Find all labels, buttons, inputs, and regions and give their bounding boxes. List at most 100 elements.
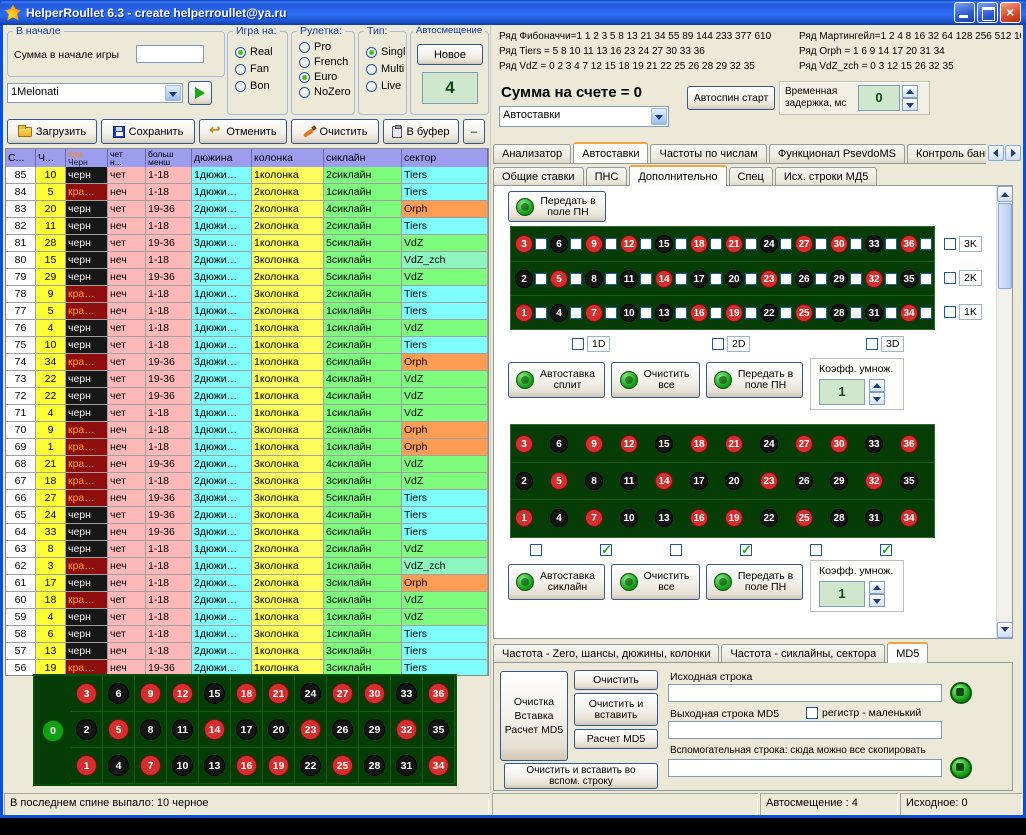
bet-number-31[interactable]: 31	[865, 304, 883, 322]
radio-option-Singl[interactable]: Singl	[366, 45, 406, 59]
sub-tab-2[interactable]: Дополнительно	[629, 165, 726, 186]
bet-checkbox-15[interactable]	[675, 238, 687, 250]
bottom-tab-2[interactable]: MD5	[887, 642, 928, 663]
bet-number-19[interactable]: 19	[725, 304, 743, 322]
md5-clear-paste-aux-button[interactable]: Очистить и вставить во вспом. строку	[504, 763, 658, 789]
toolbar-button-folder[interactable]: Загрузить	[7, 119, 97, 144]
checkbox-2K[interactable]	[944, 272, 956, 284]
bet-number-13[interactable]: 13	[655, 304, 673, 322]
autospin-start-button[interactable]: Автоспин старт	[687, 86, 775, 110]
sixline-number-26[interactable]: 26	[795, 472, 813, 490]
bet-number-1[interactable]: 1	[515, 304, 533, 322]
md5-clear-button[interactable]: Очистить	[574, 670, 658, 690]
radio-option-Pro[interactable]: Pro	[299, 40, 354, 54]
bottom-tab-0[interactable]: Частота - Zero, шансы, дюжины, колонки	[493, 644, 719, 663]
clear-all-button-2[interactable]: Очистить все	[611, 564, 700, 600]
bet-checkbox-4[interactable]	[570, 307, 582, 319]
radio-option-NoZero[interactable]: NoZero	[299, 85, 354, 99]
sixline-number-34[interactable]: 34	[900, 509, 918, 527]
toolbar-button-save[interactable]: Сохранить	[101, 119, 195, 144]
bet-checkbox-12[interactable]	[640, 238, 652, 250]
close-button[interactable]	[1000, 2, 1021, 23]
bet-checkbox-16[interactable]	[710, 307, 722, 319]
sixline-number-8[interactable]: 8	[585, 472, 603, 490]
md5-copy-button-1[interactable]	[950, 682, 972, 704]
sixline-number-1[interactable]: 1	[515, 509, 533, 527]
radio-option-Live[interactable]: Live	[366, 79, 406, 93]
register-checkbox[interactable]	[806, 707, 818, 719]
bet-number-27[interactable]: 27	[795, 235, 813, 253]
toolbar-button-minus[interactable]: –	[463, 119, 485, 144]
bet-number-29[interactable]: 29	[830, 270, 848, 288]
sixline-checkbox-4[interactable]	[740, 544, 752, 556]
bet-number-28[interactable]: 28	[830, 304, 848, 322]
play-button[interactable]	[188, 81, 212, 105]
profile-combobox[interactable]: 1Melonati	[7, 83, 183, 103]
sixline-number-5[interactable]: 5	[550, 472, 568, 490]
bet-checkbox-30[interactable]	[850, 238, 862, 250]
bet-number-22[interactable]: 22	[760, 304, 778, 322]
sixline-number-16[interactable]: 16	[690, 509, 708, 527]
sixline-number-27[interactable]: 27	[795, 435, 813, 453]
bet-number-2[interactable]: 2	[515, 270, 533, 288]
bet-number-7[interactable]: 7	[585, 304, 603, 322]
md5-copy-button-2[interactable]	[950, 757, 972, 779]
toolbar-button-clipboard[interactable]: В буфер	[383, 119, 459, 144]
bet-number-3[interactable]: 3	[515, 235, 533, 253]
scroll-up-button[interactable]	[997, 186, 1013, 202]
bet-checkbox-23[interactable]	[780, 273, 792, 285]
sixline-checkbox-5[interactable]	[810, 544, 822, 556]
radio-French[interactable]	[299, 57, 310, 68]
register-check[interactable]: регистр - маленький	[806, 707, 921, 719]
spin-up-button[interactable]	[869, 379, 885, 392]
radio-Fan[interactable]	[235, 64, 246, 75]
radio-option-Multi[interactable]: Multi	[366, 62, 406, 76]
bet-checkbox-14[interactable]	[675, 273, 687, 285]
bet-number-15[interactable]: 15	[655, 235, 673, 253]
sub-tab-0[interactable]: Общие ставки	[493, 167, 584, 186]
sub-tab-4[interactable]: Исх. строки МД5	[775, 167, 878, 186]
bet-number-34[interactable]: 34	[900, 304, 918, 322]
bet-number-10[interactable]: 10	[620, 304, 638, 322]
bet-number-24[interactable]: 24	[760, 235, 778, 253]
sixline-number-32[interactable]: 32	[865, 472, 883, 490]
transfer-to-pn-button-2[interactable]: Передать в поле ПН	[706, 564, 803, 600]
bet-number-36[interactable]: 36	[900, 235, 918, 253]
aux-string-input[interactable]	[668, 759, 942, 777]
checkbox-3K[interactable]	[944, 238, 956, 250]
sixline-number-23[interactable]: 23	[760, 472, 778, 490]
radio-Euro[interactable]	[299, 72, 310, 83]
start-sum-input[interactable]	[136, 45, 204, 63]
bet-number-26[interactable]: 26	[795, 270, 813, 288]
sixline-checkbox-6[interactable]	[880, 544, 892, 556]
dozen-check-1D[interactable]: 1D	[572, 336, 610, 352]
content-scrollbar[interactable]	[996, 186, 1013, 638]
main-tab-4[interactable]: Контроль банкрол	[907, 144, 986, 163]
bet-checkbox-32[interactable]	[885, 273, 897, 285]
md5-calc-button[interactable]: Расчет MD5	[574, 729, 658, 749]
radio-Singl[interactable]	[366, 47, 377, 58]
radio-Multi[interactable]	[366, 64, 377, 75]
main-tab-0[interactable]: Анализатор	[493, 144, 571, 163]
bet-checkbox-31[interactable]	[885, 307, 897, 319]
sixline-number-19[interactable]: 19	[725, 509, 743, 527]
bet-checkbox-33[interactable]	[885, 238, 897, 250]
sixline-number-28[interactable]: 28	[830, 509, 848, 527]
bet-checkbox-11[interactable]	[640, 273, 652, 285]
spin-down-button[interactable]	[869, 392, 885, 405]
radio-Live[interactable]	[366, 81, 377, 92]
bet-number-14[interactable]: 14	[655, 270, 673, 288]
chevron-down-icon[interactable]	[165, 85, 181, 101]
bet-checkbox-2[interactable]	[535, 273, 547, 285]
sixline-number-25[interactable]: 25	[795, 509, 813, 527]
dozen-check-3D[interactable]: 3D	[866, 336, 904, 352]
spin-down-button[interactable]	[902, 98, 918, 111]
sixline-number-15[interactable]: 15	[655, 435, 673, 453]
bet-checkbox-3[interactable]	[535, 238, 547, 250]
chevron-down-icon[interactable]	[651, 108, 667, 125]
sub-tab-1[interactable]: ПНС	[586, 167, 628, 186]
spin-up-button[interactable]	[902, 85, 918, 98]
autobet-split-button[interactable]: Автоставка сплит	[508, 362, 605, 398]
bet-checkbox-13[interactable]	[675, 307, 687, 319]
bet-number-8[interactable]: 8	[585, 270, 603, 288]
